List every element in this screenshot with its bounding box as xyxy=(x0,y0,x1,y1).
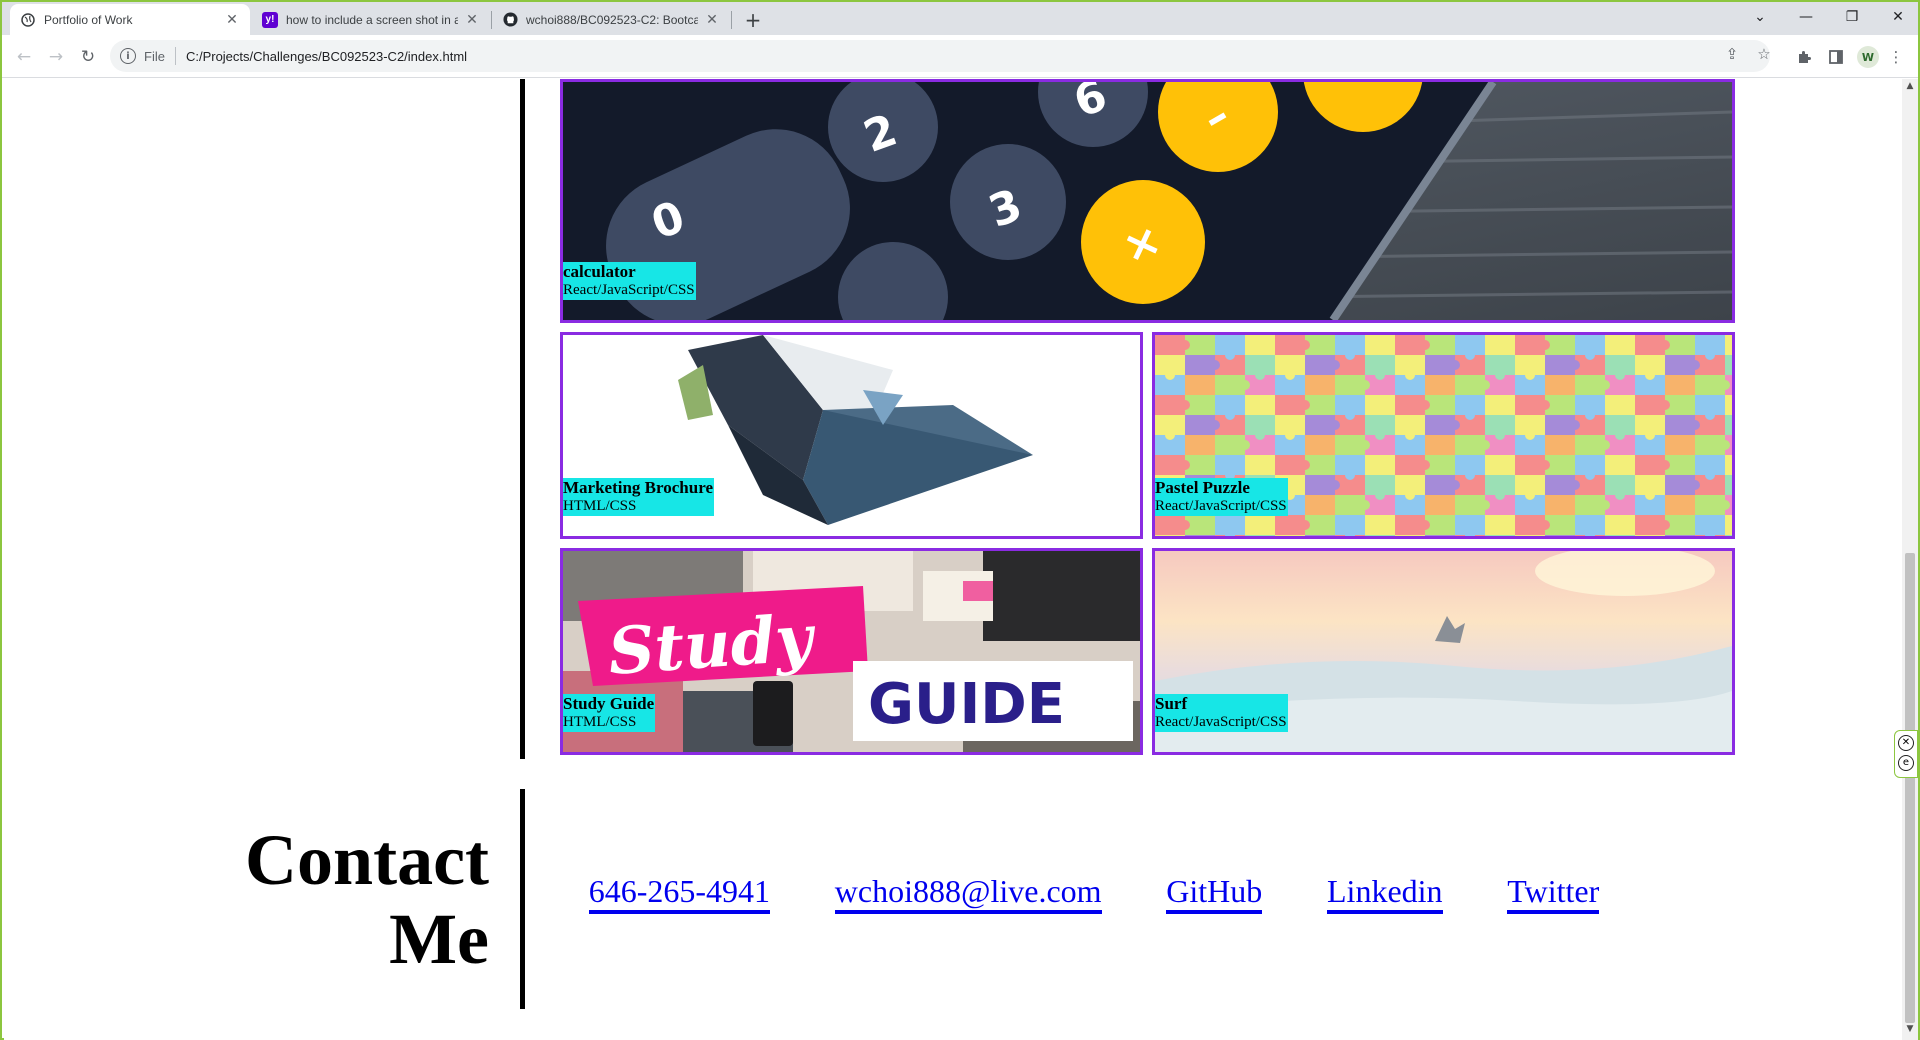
browser-menu-icon[interactable]: ⋮ xyxy=(1886,43,1906,71)
url-text[interactable]: C:/Projects/Challenges/BC092523-C2/index… xyxy=(186,49,467,64)
contact-linkedin-link[interactable]: Linkedin xyxy=(1327,874,1443,914)
project-name: calculator xyxy=(563,262,636,281)
avatar: W xyxy=(1857,46,1879,68)
contact-email-link[interactable]: wchoi888@live.com xyxy=(834,874,1102,914)
share-icon[interactable]: ⇪ xyxy=(1718,40,1746,68)
extension-side-widget: ✕ e xyxy=(1894,730,1918,778)
back-button[interactable]: ← xyxy=(10,43,38,71)
close-circle-icon[interactable]: ✕ xyxy=(1898,735,1914,751)
omnibox-separator xyxy=(174,47,176,65)
close-window-button[interactable]: ✕ xyxy=(1875,2,1920,32)
minimize-button[interactable]: — xyxy=(1783,2,1829,32)
globe-icon xyxy=(20,12,36,28)
scrollbar-thumb[interactable] xyxy=(1905,553,1915,1023)
project-card-calculator[interactable]: 0 2 3 6 – × calculator React/JavaScript/… xyxy=(560,79,1735,323)
forward-button[interactable]: → xyxy=(42,43,70,71)
project-caption: Study Guide HTML/CSS xyxy=(563,694,656,732)
contact-github-link[interactable]: GitHub xyxy=(1166,874,1263,914)
tab-strip: Portfolio of Work ✕ y! how to include a … xyxy=(2,2,1918,35)
project-tech: HTML/CSS xyxy=(563,498,637,514)
close-tab-icon[interactable]: ✕ xyxy=(464,11,480,28)
project-name: Marketing Brochure xyxy=(563,478,713,497)
project-tech: React/JavaScript/CSS xyxy=(1155,498,1287,514)
study-art-text: Study xyxy=(606,601,819,690)
tab-search-button[interactable]: ⌄ xyxy=(1737,2,1783,32)
project-name: Surf xyxy=(1155,694,1188,713)
calculator-thumbnail: 0 2 3 6 – × xyxy=(563,82,1732,320)
project-caption: Marketing Brochure HTML/CSS xyxy=(563,478,714,516)
project-name: Pastel Puzzle xyxy=(1155,478,1250,497)
info-icon[interactable]: i xyxy=(120,48,136,64)
yahoo-icon: y! xyxy=(262,11,278,28)
work-section-divider xyxy=(520,79,525,759)
project-tech: React/JavaScript/CSS xyxy=(563,282,695,298)
browser-window: Portfolio of Work ✕ y! how to include a … xyxy=(0,0,1920,1040)
project-caption: Surf React/JavaScript/CSS xyxy=(1155,694,1288,732)
tab-portfolio[interactable]: Portfolio of Work ✕ xyxy=(10,4,250,35)
contact-phone-link[interactable]: 646-265-4941 xyxy=(588,874,771,914)
close-tab-icon[interactable]: ✕ xyxy=(704,11,720,28)
tab-separator xyxy=(731,11,732,29)
project-caption: calculator React/JavaScript/CSS xyxy=(563,262,696,300)
tab-title: Portfolio of Work xyxy=(44,12,133,27)
scroll-up-arrow-icon[interactable]: ▲ xyxy=(1902,81,1918,95)
new-tab-button[interactable]: + xyxy=(740,7,766,33)
url-scheme: File xyxy=(144,48,165,64)
contact-heading-line1: Contact xyxy=(245,820,489,900)
contact-links: 646-265-4941 wchoi888@live.com GitHub Li… xyxy=(524,874,1664,914)
guide-art-text: GUIDE xyxy=(868,672,1065,737)
project-card-surf[interactable]: Surf React/JavaScript/CSS xyxy=(1152,548,1735,755)
project-card-pastel-puzzle[interactable]: Pastel Puzzle React/JavaScript/CSS xyxy=(1152,332,1735,539)
restore-button[interactable]: ❐ xyxy=(1829,2,1875,32)
tab-yahoo-search[interactable]: y! how to include a screen shot in a ✕ xyxy=(252,4,490,35)
extensions-puzzle-icon[interactable] xyxy=(1790,43,1818,71)
project-tech: React/JavaScript/CSS xyxy=(1155,714,1287,730)
project-card-study-guide[interactable]: Study GUIDE Study Guide HTML/CSS xyxy=(560,548,1143,755)
browser-toolbar: ← → ↻ i File C:/Projects/Challenges/BC09… xyxy=(2,35,1918,78)
page-scrollbar[interactable]: ▲ ▼ xyxy=(1902,79,1918,1040)
edge-e-icon[interactable]: e xyxy=(1898,755,1914,771)
profile-avatar[interactable]: W xyxy=(1854,43,1882,71)
bookmark-star-icon[interactable]: ☆ xyxy=(1750,40,1778,68)
tab-title: how to include a screen shot in a xyxy=(286,12,458,27)
address-bar[interactable]: i File C:/Projects/Challenges/BC092523-C… xyxy=(110,40,1770,72)
contact-heading: Contact Me xyxy=(152,821,489,979)
contact-twitter-link[interactable]: Twitter xyxy=(1507,874,1600,914)
side-panel-icon[interactable] xyxy=(1822,43,1850,71)
tab-title: wchoi888/BC092523-C2: Bootca xyxy=(526,12,698,27)
page-viewport: 0 2 3 6 – × calculator React/JavaScript/… xyxy=(4,79,1902,1040)
contact-heading-line2: Me xyxy=(389,899,489,979)
project-name: Study Guide xyxy=(563,694,655,713)
reload-button[interactable]: ↻ xyxy=(74,43,102,71)
project-tech: HTML/CSS xyxy=(563,714,637,730)
scroll-down-arrow-icon[interactable]: ▼ xyxy=(1902,1024,1918,1038)
tab-github-repo[interactable]: wchoi888/BC092523-C2: Bootca ✕ xyxy=(492,4,730,35)
close-tab-icon[interactable]: ✕ xyxy=(224,11,240,28)
github-icon xyxy=(502,12,518,28)
project-caption: Pastel Puzzle React/JavaScript/CSS xyxy=(1155,478,1288,516)
project-card-marketing-brochure[interactable]: Marketing Brochure HTML/CSS xyxy=(560,332,1143,539)
